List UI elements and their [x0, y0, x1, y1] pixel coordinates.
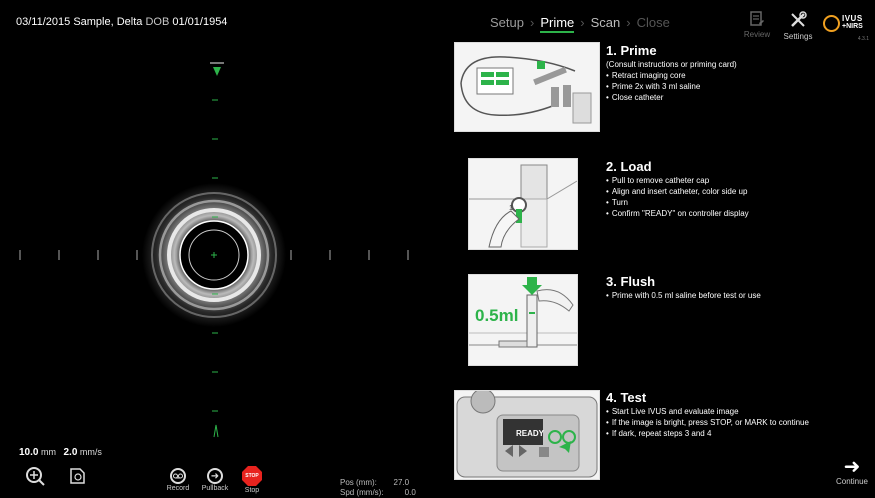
- exam-date: 03/11/2015: [16, 16, 71, 28]
- arrow-right-icon: ➜: [207, 468, 223, 484]
- instruction-test: 4. Test Start Live IVUS and evaluate ima…: [606, 390, 809, 439]
- speed-value: 2.0: [63, 447, 78, 458]
- position-readout: Pos (mm): 27.0 Spd (mm/s): 0.0: [340, 478, 416, 498]
- settings-button[interactable]: Settings: [780, 10, 816, 41]
- patient-name: Sample, Delta: [73, 16, 143, 28]
- image-settings-readout: 10.0 mm 2.0 mm/s: [19, 447, 102, 458]
- test-illustration: READY: [454, 390, 600, 480]
- load-step-3: Turn: [606, 197, 749, 208]
- record-icon: [170, 468, 186, 484]
- pullback-button[interactable]: ➜ Pullback: [200, 468, 230, 492]
- brand-ring-icon: [823, 15, 840, 32]
- test-step-1: Start Live IVUS and evaluate image: [606, 406, 809, 417]
- step-scan[interactable]: Scan: [591, 15, 621, 33]
- stop-sign-icon: STOP: [242, 466, 262, 486]
- review-button[interactable]: Review: [742, 10, 772, 39]
- bottom-marker-icon: [213, 424, 219, 438]
- stop-button[interactable]: STOP Stop: [238, 466, 266, 494]
- spd-value: 0.0: [404, 488, 416, 497]
- speed-unit: mm/s: [79, 447, 102, 457]
- brand-logo: IVUS +NIRS 4.3.1: [823, 12, 873, 42]
- pos-label: Pos (mm):: [340, 478, 377, 487]
- pullback-label: Pullback: [201, 485, 229, 492]
- software-version: 4.3.1: [857, 36, 869, 42]
- display-options-button[interactable]: [66, 465, 88, 489]
- ivus-cross-section-image[interactable]: [10, 62, 446, 450]
- review-icon: [750, 11, 764, 26]
- flush-illustration: 0.5ml: [468, 274, 578, 366]
- spd-label: Spd (mm/s):: [340, 488, 384, 497]
- test-step-3: If dark, repeat steps 3 and 4: [606, 428, 809, 439]
- continue-label: Continue: [835, 477, 869, 486]
- svg-text:1: 1: [509, 205, 513, 212]
- prime-step-1: Retract imaging core: [606, 70, 737, 81]
- test-title: 4. Test: [606, 390, 647, 405]
- load-step-1: Pull to remove catheter cap: [606, 175, 749, 186]
- prime-title: 1. Prime: [606, 43, 657, 58]
- patient-header: 03/11/2015 Sample, Delta DOB 01/01/1954: [10, 10, 456, 62]
- arrow-right-icon: ➜: [843, 456, 861, 478]
- brand-nirs: +NIRS: [842, 23, 863, 30]
- load-illustration: 1: [468, 158, 578, 250]
- display-icon: [70, 468, 85, 484]
- record-button[interactable]: Record: [164, 468, 192, 492]
- prime-illustration: [454, 42, 600, 132]
- step-setup[interactable]: Setup: [490, 15, 524, 33]
- prime-step-2: Prime 2x with 3 ml saline: [606, 81, 737, 92]
- stop-label: Stop: [244, 487, 260, 494]
- wrench-screwdriver-icon: [791, 11, 807, 27]
- continue-button[interactable]: ➜ Continue: [832, 457, 872, 486]
- marker-block-icon: [210, 62, 224, 64]
- workflow-steps: Setup › Prime › Scan › Close: [490, 15, 670, 33]
- top-marker-icon: [213, 67, 221, 76]
- zoom-button[interactable]: [24, 465, 46, 489]
- step-separator: ›: [580, 15, 585, 30]
- dob-label: DOB: [145, 16, 170, 28]
- instruction-load: 2. Load Pull to remove catheter cap Alig…: [606, 159, 749, 219]
- flush-volume-label: 0.5ml: [475, 306, 519, 325]
- settings-label: Settings: [783, 32, 813, 41]
- depth-unit: mm: [40, 447, 56, 457]
- controller-display-text: READY: [516, 429, 545, 438]
- brand-ivus: IVUS: [842, 14, 863, 23]
- instruction-flush: 3. Flush Prime with 0.5 ml saline before…: [606, 274, 761, 301]
- test-step-2: If the image is bright, press STOP, or M…: [606, 417, 809, 428]
- review-label: Review: [743, 30, 771, 39]
- step-separator: ›: [626, 15, 631, 30]
- load-step-4: Confirm "READY" on controller display: [606, 208, 749, 219]
- flush-title: 3. Flush: [606, 274, 656, 289]
- flush-step-1: Prime with 0.5 ml saline before test or …: [606, 290, 761, 301]
- dob-value: 01/01/1954: [172, 16, 228, 28]
- zoom-icon: [26, 467, 45, 486]
- load-title: 2. Load: [606, 159, 652, 174]
- record-label: Record: [166, 485, 190, 492]
- step-close[interactable]: Close: [637, 15, 670, 33]
- step-separator: ›: [529, 15, 535, 30]
- pos-value: 27.0: [393, 478, 410, 487]
- prime-step-3: Close catheter: [606, 92, 737, 103]
- instruction-prime: 1. Prime (Consult instructions or primin…: [606, 43, 737, 103]
- step-prime[interactable]: Prime: [540, 15, 575, 33]
- depth-value: 10.0: [19, 447, 39, 458]
- load-step-2: Align and insert catheter, color side up: [606, 186, 749, 197]
- prime-note: (Consult instructions or priming card): [606, 60, 737, 69]
